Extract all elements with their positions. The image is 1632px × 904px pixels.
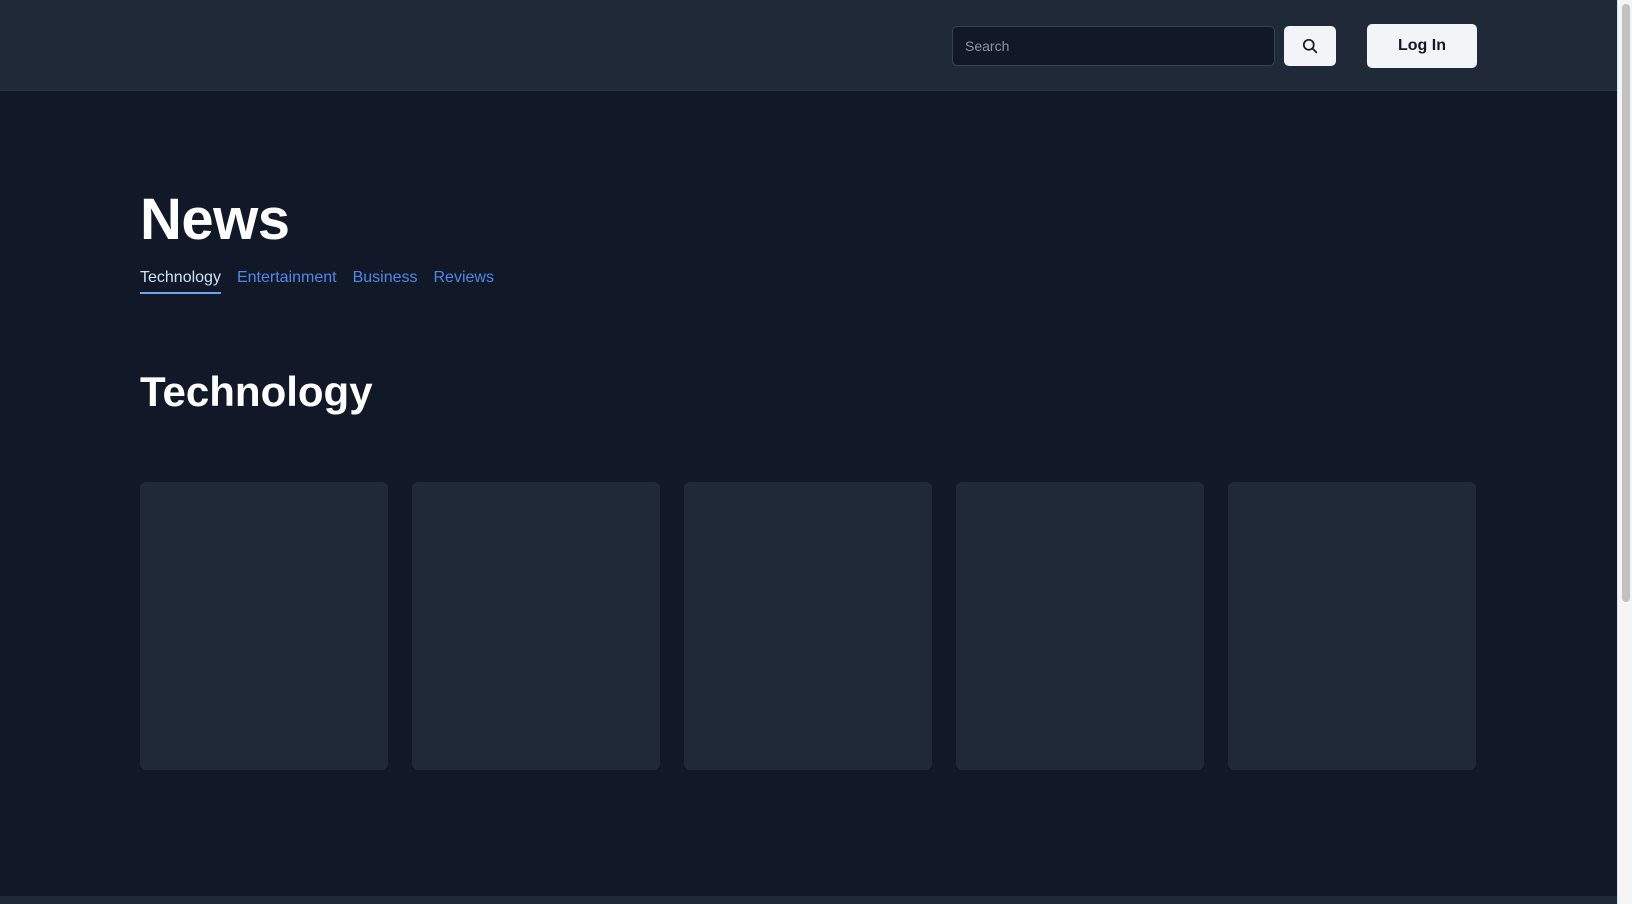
page-bottom-edge bbox=[0, 896, 1617, 904]
vertical-scrollbar[interactable] bbox=[1617, 0, 1632, 904]
scrollbar-thumb[interactable] bbox=[1622, 4, 1630, 602]
top-navigation-bar: Log In bbox=[0, 0, 1617, 91]
article-card-placeholder[interactable] bbox=[956, 482, 1204, 770]
article-card-placeholder[interactable] bbox=[1228, 482, 1476, 770]
article-card-placeholder[interactable] bbox=[140, 482, 388, 770]
tab-reviews[interactable]: Reviews bbox=[433, 268, 493, 294]
page-title: News bbox=[140, 187, 290, 252]
app-viewport: Log In News Technology Entertainment Bus… bbox=[0, 0, 1617, 904]
login-button[interactable]: Log In bbox=[1367, 24, 1477, 68]
article-card-placeholder[interactable] bbox=[412, 482, 660, 770]
search-input[interactable] bbox=[952, 26, 1275, 66]
search-button[interactable] bbox=[1284, 26, 1336, 66]
article-card-row bbox=[140, 482, 1476, 770]
section-title: Technology bbox=[140, 368, 373, 415]
search-icon bbox=[1302, 38, 1318, 54]
tab-business[interactable]: Business bbox=[353, 268, 418, 294]
tab-entertainment[interactable]: Entertainment bbox=[237, 268, 337, 294]
tab-technology[interactable]: Technology bbox=[140, 268, 221, 294]
article-card-placeholder[interactable] bbox=[684, 482, 932, 770]
category-tabs: Technology Entertainment Business Review… bbox=[140, 268, 494, 294]
